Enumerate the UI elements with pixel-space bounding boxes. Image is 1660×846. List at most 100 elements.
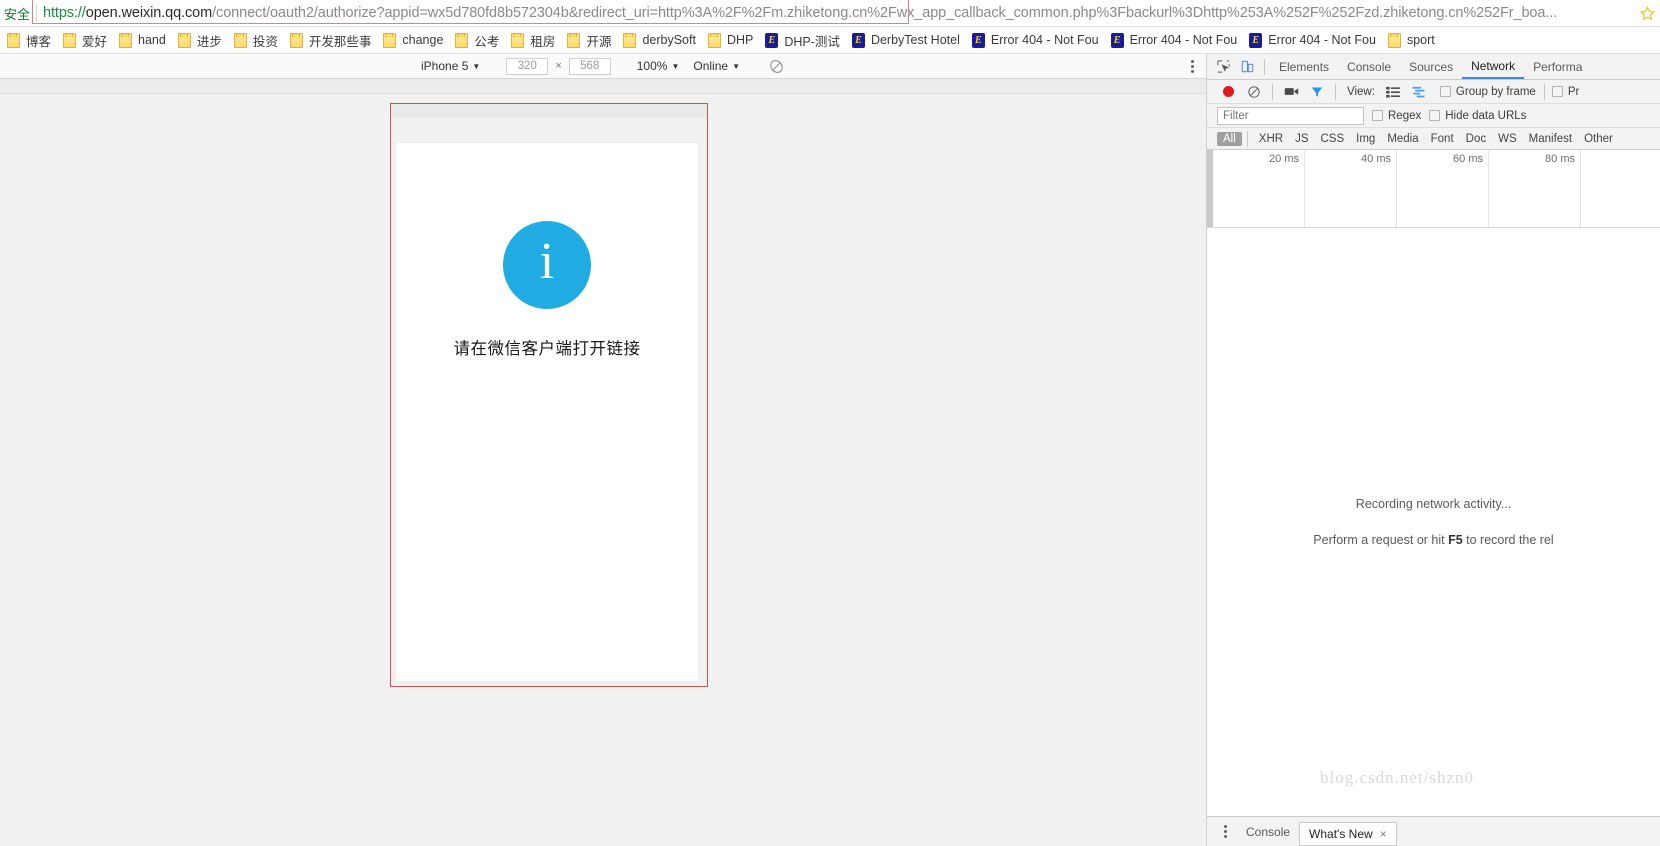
drawer-tab-console[interactable]: Console <box>1237 821 1299 843</box>
more-vertical-icon <box>1191 60 1194 73</box>
dimension-separator: × <box>555 60 562 72</box>
regex-label: Regex <box>1388 109 1422 122</box>
group-by-frame-checkbox[interactable]: Group by frame <box>1439 86 1536 98</box>
folder-icon <box>233 32 247 48</box>
bookmark-item[interactable]: change <box>378 29 450 51</box>
bookmark-item[interactable]: 开发那些事 <box>285 29 379 51</box>
zoom-label: 100% <box>636 59 668 73</box>
bookmark-item[interactable]: 爱好 <box>58 29 114 51</box>
tab-console[interactable]: Console <box>1338 54 1400 79</box>
type-filter-ws[interactable]: WS <box>1492 132 1523 146</box>
tab-network[interactable]: Network <box>1462 54 1525 79</box>
bookmark-item[interactable]: E DHP-测试 <box>760 29 847 51</box>
bookmark-item[interactable]: 公考 <box>450 29 506 51</box>
chevron-down-icon: ▼ <box>671 61 680 71</box>
device-selector[interactable]: iPhone 5 ▼ <box>421 59 480 73</box>
bookmark-item[interactable]: E Error 404 - Not Fou <box>1106 29 1245 51</box>
resource-type-filters: All XHR JS CSS Img Media Font Doc WS Man… <box>1207 128 1660 150</box>
bookmark-item[interactable]: sport <box>1383 29 1442 51</box>
folder-icon <box>455 32 469 48</box>
url-scheme: https:// <box>43 5 86 21</box>
preserve-log-label: Pr <box>1567 85 1580 98</box>
bookmark-label: hand <box>138 33 166 47</box>
camera-icon[interactable] <box>1278 80 1304 104</box>
folder-icon <box>511 32 525 48</box>
folder-icon <box>177 32 191 48</box>
bookmark-label: Error 404 - Not Fou <box>1268 33 1376 47</box>
bookmark-label: 博客 <box>26 34 52 49</box>
bookmark-label: 公考 <box>474 34 500 49</box>
bookmark-label: DHP <box>726 33 754 47</box>
emulated-device-frame: i 请在微信客户端打开链接 <box>390 103 708 687</box>
viewport-width-input[interactable]: 320 <box>506 57 549 75</box>
bookmark-item[interactable]: derbySoft <box>618 29 703 51</box>
hint-prefix: Perform a request or hit <box>1313 533 1449 547</box>
list-view-icon[interactable] <box>1380 80 1406 104</box>
network-toolbar: View: Group by frame Pr <box>1207 80 1660 104</box>
close-icon[interactable]: × <box>1380 827 1387 841</box>
type-filter-doc[interactable]: Doc <box>1460 132 1492 146</box>
type-filter-manifest[interactable]: Manifest <box>1523 132 1578 146</box>
bookmark-item[interactable]: E DerbyTest Hotel <box>847 29 967 51</box>
type-filter-media[interactable]: Media <box>1381 132 1424 146</box>
type-filter-font[interactable]: Font <box>1425 132 1460 146</box>
bookmark-item[interactable]: E Error 404 - Not Fou <box>967 29 1106 51</box>
bookmark-label: DHP-测试 <box>784 34 840 49</box>
bookmark-star-icon[interactable] <box>1634 5 1660 21</box>
bookmark-item[interactable]: hand <box>114 29 173 51</box>
favicon-icon: E <box>765 32 779 48</box>
folder-icon <box>63 32 77 48</box>
type-filter-js[interactable]: JS <box>1289 132 1314 146</box>
bookmark-label: Error 404 - Not Fou <box>990 33 1099 47</box>
filter-funnel-icon[interactable] <box>1304 80 1330 104</box>
folder-icon <box>289 32 303 48</box>
clear-network-icon[interactable] <box>1241 80 1267 104</box>
regex-checkbox[interactable]: Regex <box>1372 110 1421 122</box>
bookmark-label: 进步 <box>196 34 222 49</box>
zoom-selector[interactable]: 100% ▼ <box>637 59 680 73</box>
bookmark-label: 开源 <box>586 34 612 49</box>
device-toolbar-more-button[interactable] <box>1191 54 1194 79</box>
bookmark-item[interactable]: 投资 <box>229 29 285 51</box>
folder-icon <box>707 32 721 48</box>
bookmark-item[interactable]: 博客 <box>2 29 58 51</box>
url-path: /connect/oauth2/authorize?appid=wx5d780f… <box>212 5 1558 21</box>
filter-input[interactable] <box>1217 106 1364 125</box>
bookmark-item[interactable]: DHP <box>703 29 760 51</box>
type-filter-img[interactable]: Img <box>1350 132 1381 146</box>
drawer-tab-whats-new[interactable]: What's New × <box>1299 821 1397 846</box>
drawer-more-icon[interactable] <box>1213 820 1237 844</box>
hint-suffix: to record the rel <box>1462 533 1554 547</box>
security-indicator[interactable]: 安全 <box>0 4 36 23</box>
bookmarks-bar: 博客 爱好 hand 进步 投资 开发那些事 change 公考 租房 开源 d… <box>0 27 1660 54</box>
toggle-device-toolbar-icon[interactable] <box>1235 55 1259 79</box>
hide-data-urls-checkbox[interactable]: Hide data URLs <box>1429 110 1526 122</box>
waterfall-view-icon[interactable] <box>1406 80 1432 104</box>
info-circle-icon: i <box>503 221 591 309</box>
preserve-log-checkbox[interactable]: Pr <box>1551 85 1580 98</box>
type-filter-xhr[interactable]: XHR <box>1253 132 1289 146</box>
url-bar[interactable]: https://open.weixin.qq.com/connect/oauth… <box>43 2 1634 24</box>
type-filter-css[interactable]: CSS <box>1314 132 1350 146</box>
emulated-viewport-canvas: i 请在微信客户端打开链接 <box>0 79 1206 846</box>
more-vertical-icon <box>1223 825 1227 838</box>
bookmark-item[interactable]: 开源 <box>562 29 618 51</box>
toolbar-divider <box>1246 130 1248 147</box>
tab-performance[interactable]: Performa <box>1524 54 1591 79</box>
record-button-icon[interactable] <box>1215 80 1241 104</box>
timeline-tick: 60 ms <box>1397 150 1489 227</box>
rotate-device-icon[interactable] <box>768 58 785 75</box>
bookmark-item[interactable]: 进步 <box>173 29 229 51</box>
type-filter-other[interactable]: Other <box>1578 132 1619 146</box>
tab-sources[interactable]: Sources <box>1400 54 1462 79</box>
bookmark-item[interactable]: E Error 404 - Not Fou <box>1244 29 1383 51</box>
inspect-element-icon[interactable] <box>1211 55 1235 79</box>
viewport-height-input[interactable]: 568 <box>568 57 611 75</box>
bookmark-label: 租房 <box>530 34 556 49</box>
type-filter-all[interactable]: All <box>1217 131 1242 146</box>
bookmark-item[interactable]: 租房 <box>506 29 562 51</box>
timeline-tick: 80 ms <box>1489 150 1581 227</box>
throttling-selector[interactable]: Online ▼ <box>693 59 740 73</box>
network-overview-timeline[interactable]: 20 ms 40 ms 60 ms 80 ms <box>1207 150 1660 228</box>
tab-elements[interactable]: Elements <box>1270 54 1338 79</box>
